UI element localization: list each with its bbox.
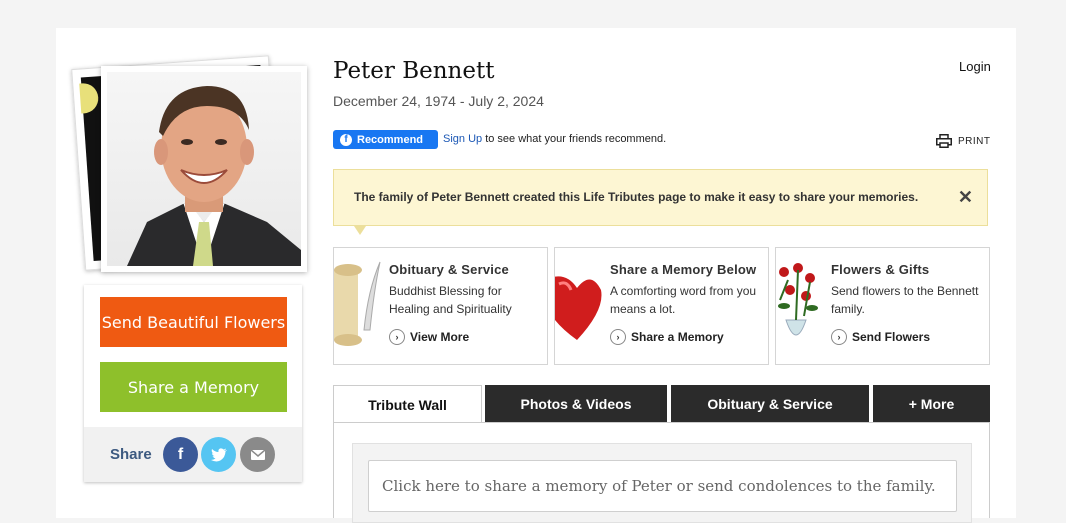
facebook-recommend-button[interactable]: f Recommend (333, 130, 438, 149)
portrait-image (107, 72, 301, 266)
share-row: Share f (84, 427, 302, 482)
login-link[interactable]: Login (959, 59, 991, 74)
arrow-right-icon: › (389, 329, 405, 345)
send-flowers-link[interactable]: › Send Flowers (831, 329, 930, 345)
link-label: Send Flowers (852, 330, 931, 344)
tab-more[interactable]: + More (873, 385, 990, 423)
life-dates: December 24, 1974 - July 2, 2024 (333, 93, 544, 109)
facebook-signup-link[interactable]: Sign Up (443, 133, 482, 145)
facebook-signup-suffix: to see what your friends recommend. (482, 133, 667, 145)
page: Send Beautiful Flowers Share a Memory Sh… (56, 28, 1016, 523)
card-title: Flowers & Gifts (831, 262, 930, 277)
send-flowers-button[interactable]: Send Beautiful Flowers (100, 297, 287, 347)
arrow-right-icon: › (610, 329, 626, 345)
card-share-memory[interactable]: Share a Memory Below A comforting word f… (554, 247, 769, 365)
twitter-share-icon[interactable] (201, 437, 236, 472)
email-share-icon[interactable] (240, 437, 275, 472)
link-label: View More (410, 330, 470, 344)
facebook-share-icon[interactable]: f (163, 437, 198, 472)
memory-input[interactable] (368, 460, 957, 512)
notice-tail (354, 226, 366, 235)
share-label: Share (110, 446, 152, 463)
memory-box (352, 443, 972, 523)
notice-text: The family of Peter Bennett created this… (354, 190, 919, 204)
rose-vase-icon (776, 260, 824, 350)
card-description: Buddhist Blessing for Healing and Spirit… (389, 284, 512, 316)
share-memory-link[interactable]: › Share a Memory (610, 329, 724, 345)
arrow-right-icon: › (831, 329, 847, 345)
card-flowers[interactable]: Flowers & Gifts Send flowers to the Benn… (775, 247, 990, 365)
tribute-wall (333, 422, 990, 523)
person-name: Peter Bennett (333, 58, 495, 84)
print-button[interactable]: PRINT (936, 134, 991, 148)
card-description: A comforting word from you means a lot. (610, 284, 757, 316)
scroll-quill-icon (334, 260, 382, 350)
tab-obituary-service[interactable]: Obituary & Service (671, 385, 869, 423)
action-panel: Send Beautiful Flowers Share a Memory Sh… (84, 285, 302, 482)
card-description: Send flowers to the Bennett family. (831, 284, 979, 316)
photo-stack (71, 55, 316, 286)
profile-photo[interactable] (101, 66, 307, 272)
tab-photos-videos[interactable]: Photos & Videos (485, 385, 667, 423)
card-title: Obituary & Service (389, 262, 509, 277)
notice-banner: The family of Peter Bennett created this… (333, 169, 988, 235)
view-more-link[interactable]: › View More (389, 329, 469, 345)
facebook-signup-text: Sign Up to see what your friends recomme… (443, 133, 666, 145)
printer-icon (936, 134, 952, 148)
heart-icon (555, 260, 603, 350)
card-obituary[interactable]: Obituary & Service Buddhist Blessing for… (333, 247, 548, 365)
close-icon[interactable]: ✕ (958, 187, 973, 208)
facebook-icon: f (340, 133, 352, 146)
print-label: PRINT (958, 135, 991, 147)
card-title: Share a Memory Below (610, 262, 757, 277)
link-label: Share a Memory (631, 330, 724, 344)
share-memory-button[interactable]: Share a Memory (100, 362, 287, 412)
recommend-label: Recommend (357, 133, 424, 146)
tab-tribute-wall[interactable]: Tribute Wall (333, 385, 482, 423)
